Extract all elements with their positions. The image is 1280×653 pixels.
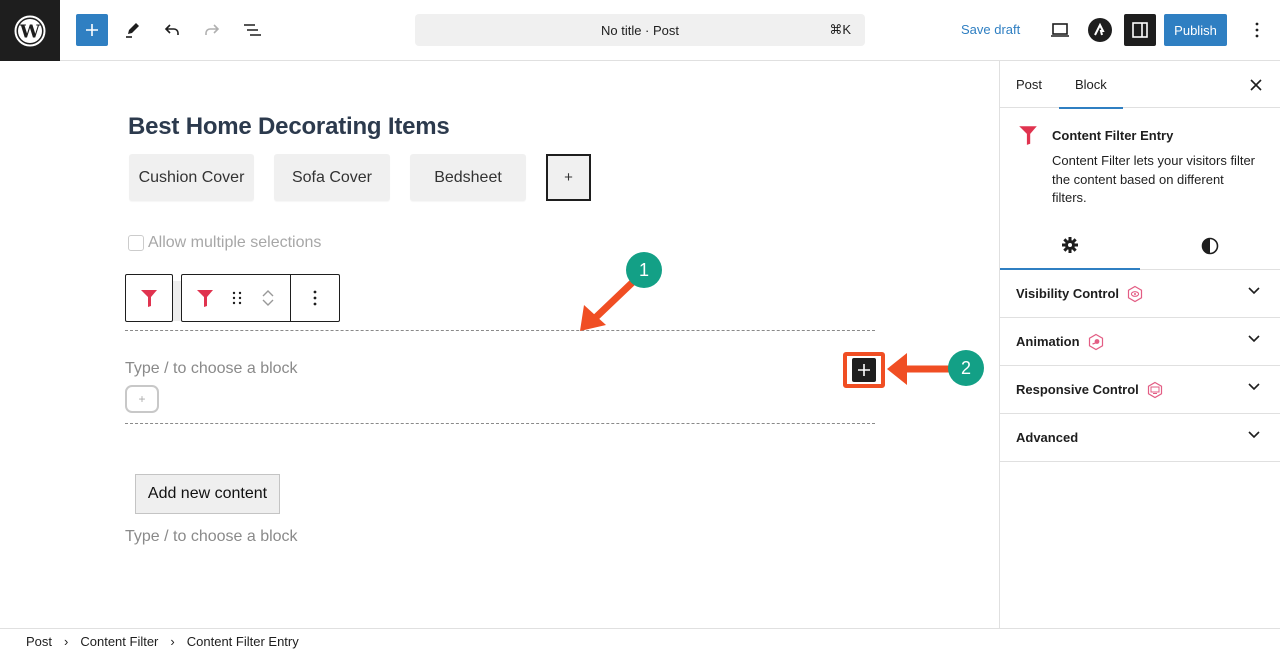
tab-block[interactable]: Block — [1059, 61, 1123, 109]
styles-contrast-icon — [1201, 237, 1219, 255]
breadcrumb-content-filter[interactable]: Content Filter — [80, 634, 158, 649]
tools-button[interactable] — [120, 18, 144, 42]
astra-settings-button[interactable] — [1088, 18, 1112, 42]
more-vertical-icon — [1255, 22, 1259, 38]
breadcrumb-content-filter-entry[interactable]: Content Filter Entry — [187, 634, 299, 649]
panel-responsive-control[interactable]: Responsive Control — [1000, 366, 1280, 414]
block-boundary-bottom — [125, 423, 875, 424]
chevron-up-icon[interactable] — [261, 288, 275, 298]
chevron-down-icon — [1248, 335, 1260, 343]
panel-visibility-control[interactable]: Visibility Control — [1000, 270, 1280, 318]
close-sidebar-button[interactable] — [1246, 75, 1266, 95]
plus-icon — [86, 24, 98, 36]
add-block-button-highlighted[interactable] — [843, 352, 885, 388]
sidebar-tabs: Post Block — [1000, 61, 1280, 109]
chevron-right-icon: › — [64, 633, 69, 649]
filter-button-cushion-cover[interactable]: Cushion Cover — [129, 154, 254, 201]
wordpress-logo[interactable]: W — [0, 0, 60, 61]
tab-post[interactable]: Post — [1016, 61, 1042, 108]
allow-multiple-checkbox[interactable] — [128, 235, 144, 251]
annotation-badge-1: 1 — [626, 252, 662, 288]
tab-styles[interactable] — [1140, 222, 1280, 270]
add-new-content-button[interactable]: Add new content — [135, 474, 280, 514]
command-palette-bar[interactable]: No title · Post ⌘K — [415, 14, 865, 46]
tab-settings[interactable] — [1000, 222, 1140, 270]
shortcut-hint: ⌘K — [829, 22, 851, 37]
filter-funnel-icon — [141, 290, 157, 307]
block-placeholder[interactable]: Type / to choose a block — [125, 360, 298, 378]
document-title: No title · Post — [600, 22, 680, 38]
chevron-down-icon — [1248, 287, 1260, 295]
list-view-icon — [244, 24, 261, 36]
panel-label: Responsive Control — [1016, 382, 1139, 397]
annotation-badge-2: 2 — [948, 350, 984, 386]
editor-header: W No title · Post ⌘K Save draft Publish — [0, 0, 1280, 61]
plus-icon — [852, 358, 876, 382]
filter-button-bedsheet[interactable]: Bedsheet — [410, 154, 526, 201]
undo-button[interactable] — [160, 18, 184, 42]
animation-icon — [1087, 333, 1105, 351]
astra-icon — [1088, 18, 1112, 42]
visibility-icon — [1126, 285, 1144, 303]
allow-multiple-label: Allow multiple selections — [148, 234, 322, 251]
block-type-button[interactable] — [182, 275, 228, 321]
drag-handle[interactable] — [228, 275, 246, 321]
chevron-down-icon — [1248, 431, 1260, 439]
breadcrumb: Post › Content Filter › Content Filter E… — [0, 628, 1280, 653]
undo-icon — [164, 24, 179, 35]
settings-sidebar-toggle[interactable] — [1124, 14, 1156, 46]
block-inserter-button[interactable] — [76, 14, 108, 46]
more-vertical-icon — [313, 290, 317, 306]
block-options-button[interactable] — [291, 275, 339, 321]
panel-label: Visibility Control — [1016, 286, 1120, 301]
wordpress-logo-icon: W — [14, 15, 46, 46]
chevron-down-icon[interactable] — [261, 298, 275, 308]
panel-label: Animation — [1016, 334, 1080, 349]
drag-handle-icon — [232, 291, 242, 305]
filter-button-sofa-cover[interactable]: Sofa Cover — [274, 154, 390, 201]
options-menu-button[interactable] — [1245, 18, 1269, 42]
block-placeholder-2[interactable]: Type / to choose a block — [125, 528, 298, 546]
redo-icon — [205, 24, 220, 35]
filter-funnel-icon — [197, 290, 213, 307]
annotation-arrow-2 — [887, 353, 953, 385]
inspector-subtabs — [1000, 222, 1280, 270]
block-name: Content Filter Entry — [1052, 128, 1174, 143]
editor-canvas: Best Home Decorating Items Cushion Cover… — [0, 61, 999, 628]
breadcrumb-post[interactable]: Post — [26, 634, 52, 649]
publish-button[interactable]: Publish — [1164, 14, 1227, 46]
panel-animation[interactable]: Animation — [1000, 318, 1280, 366]
block-description: Content Filter lets your visitors filter… — [1052, 153, 1256, 205]
close-icon — [1250, 79, 1262, 91]
chevron-down-icon — [1248, 383, 1260, 391]
chevron-right-icon: › — [170, 633, 175, 649]
post-heading[interactable]: Best Home Decorating Items — [128, 113, 450, 141]
settings-sidebar: Post Block Content Filter Entry Content … — [999, 61, 1280, 628]
sidebar-toggle-icon — [1132, 22, 1148, 38]
redo-button[interactable] — [200, 18, 224, 42]
block-boundary-top — [125, 330, 875, 331]
panel-label: Advanced — [1016, 430, 1079, 445]
desktop-preview-icon — [1051, 23, 1069, 37]
pencil-icon — [126, 23, 139, 38]
document-overview-button[interactable] — [240, 18, 264, 42]
filter-funnel-icon — [1019, 126, 1037, 145]
allow-multiple-selections[interactable]: Allow multiple selections — [128, 234, 321, 252]
block-toolbar — [181, 274, 340, 322]
inline-add-block-button[interactable]: + — [125, 385, 159, 413]
svg-text:W: W — [19, 21, 41, 42]
save-draft-button[interactable]: Save draft — [961, 22, 1020, 37]
panel-advanced[interactable]: Advanced — [1000, 414, 1280, 462]
move-block-buttons[interactable] — [246, 275, 290, 321]
responsive-icon — [1146, 381, 1164, 399]
add-filter-button[interactable]: + — [546, 154, 591, 201]
settings-gear-icon — [1062, 237, 1078, 253]
preview-button[interactable] — [1048, 18, 1072, 42]
select-parent-block-button[interactable] — [125, 274, 173, 322]
